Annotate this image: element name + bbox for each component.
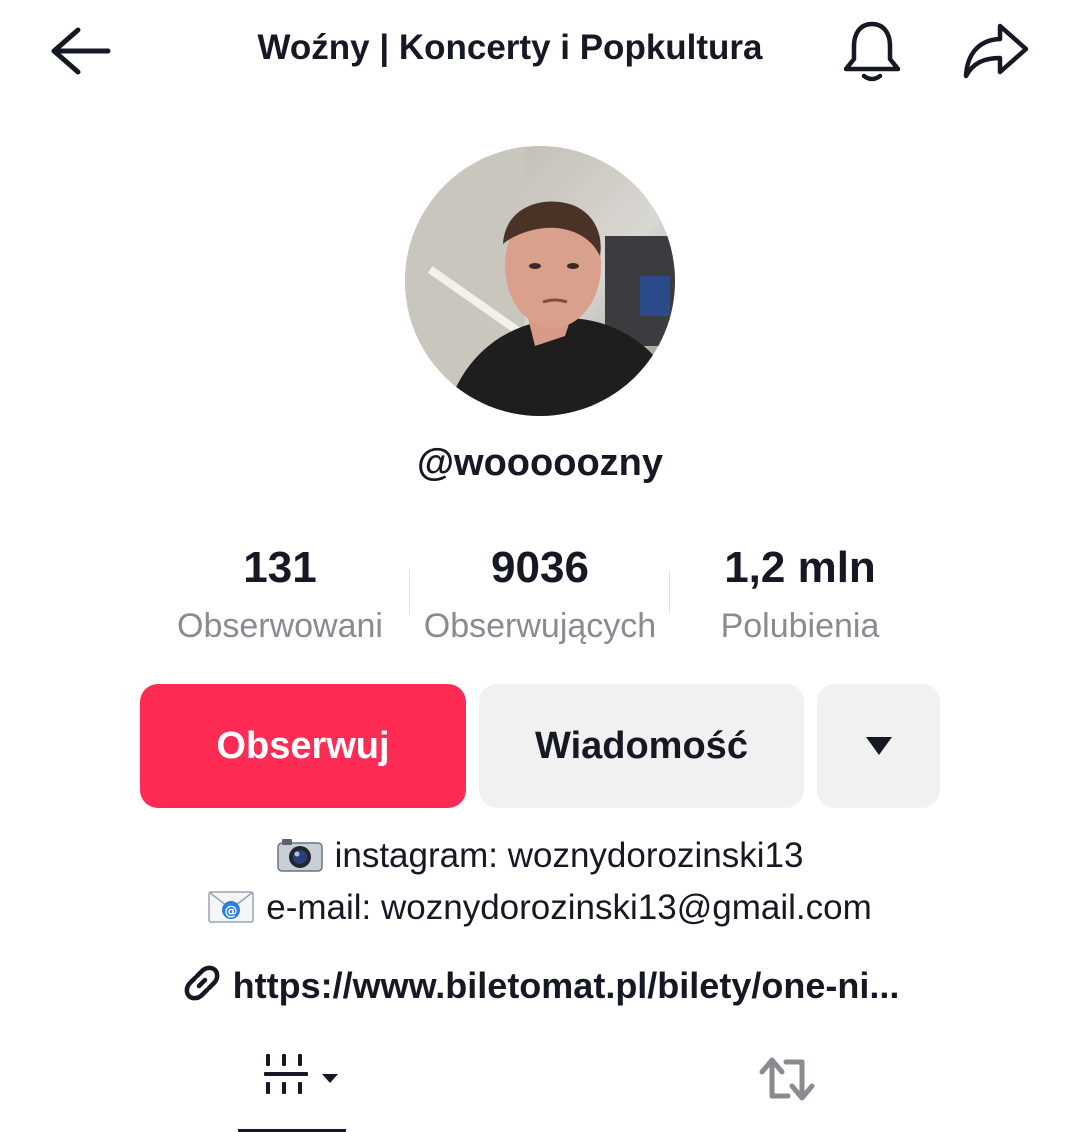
avatar-photo bbox=[405, 146, 675, 416]
stat-label: Obserwowani bbox=[177, 607, 383, 645]
share-button[interactable] bbox=[960, 20, 1032, 82]
top-bar: Woźny | Koncerty i Popkultura bbox=[0, 0, 1080, 100]
stat-label: Polubienia bbox=[720, 607, 880, 645]
stat-label: Obserwujących bbox=[423, 607, 657, 645]
svg-text:@: @ bbox=[225, 904, 238, 919]
email-icon: @ bbox=[208, 889, 255, 934]
page-title: Woźny | Koncerty i Popkultura bbox=[257, 28, 763, 67]
tab-videos[interactable] bbox=[238, 1044, 346, 1132]
back-arrow-icon bbox=[51, 27, 111, 75]
repost-icon bbox=[759, 1057, 815, 1101]
triangle-down-icon bbox=[865, 737, 892, 755]
bio-email: @ e-mail: woznydorozinski13@gmail.com bbox=[0, 888, 1080, 934]
avatar[interactable] bbox=[405, 146, 675, 416]
tab-reposts[interactable] bbox=[740, 1044, 834, 1132]
stat-value: 1,2 mln bbox=[724, 543, 876, 592]
bell-icon bbox=[843, 21, 901, 82]
bio-instagram-text: instagram: woznydorozinski13 bbox=[334, 836, 804, 875]
stat-likes: 1,2 mln Polubienia bbox=[690, 540, 910, 656]
stat-value: 131 bbox=[243, 543, 317, 592]
stat-divider bbox=[669, 570, 670, 614]
bio-instagram: instagram: woznydorozinski13 bbox=[0, 836, 1080, 882]
profile-page: Woźny | Koncerty i Popkultura @wooooozny… bbox=[0, 0, 1080, 1132]
username: @wooooozny bbox=[416, 442, 664, 484]
bio-email-text: e-mail: woznydorozinski13@gmail.com bbox=[266, 888, 872, 927]
stat-value: 9036 bbox=[491, 543, 589, 592]
bio-link-text: https://www.biletomat.pl/bilety/one-ni..… bbox=[232, 965, 900, 1006]
more-options-button[interactable] bbox=[817, 684, 940, 808]
message-button[interactable]: Wiadomość bbox=[479, 684, 804, 808]
back-button[interactable] bbox=[44, 22, 114, 80]
stat-followers[interactable]: 9036 Obserwujących bbox=[408, 540, 672, 656]
stat-following[interactable]: 131 Obserwowani bbox=[160, 540, 400, 656]
follow-button[interactable]: Obserwuj bbox=[140, 684, 466, 808]
notifications-button[interactable] bbox=[838, 18, 906, 86]
bio-link[interactable]: https://www.biletomat.pl/bilety/one-ni..… bbox=[0, 962, 1080, 1013]
camera-icon bbox=[276, 837, 323, 882]
share-icon bbox=[963, 23, 1029, 79]
videos-grid-icon bbox=[264, 1054, 338, 1094]
link-icon bbox=[181, 962, 223, 1013]
